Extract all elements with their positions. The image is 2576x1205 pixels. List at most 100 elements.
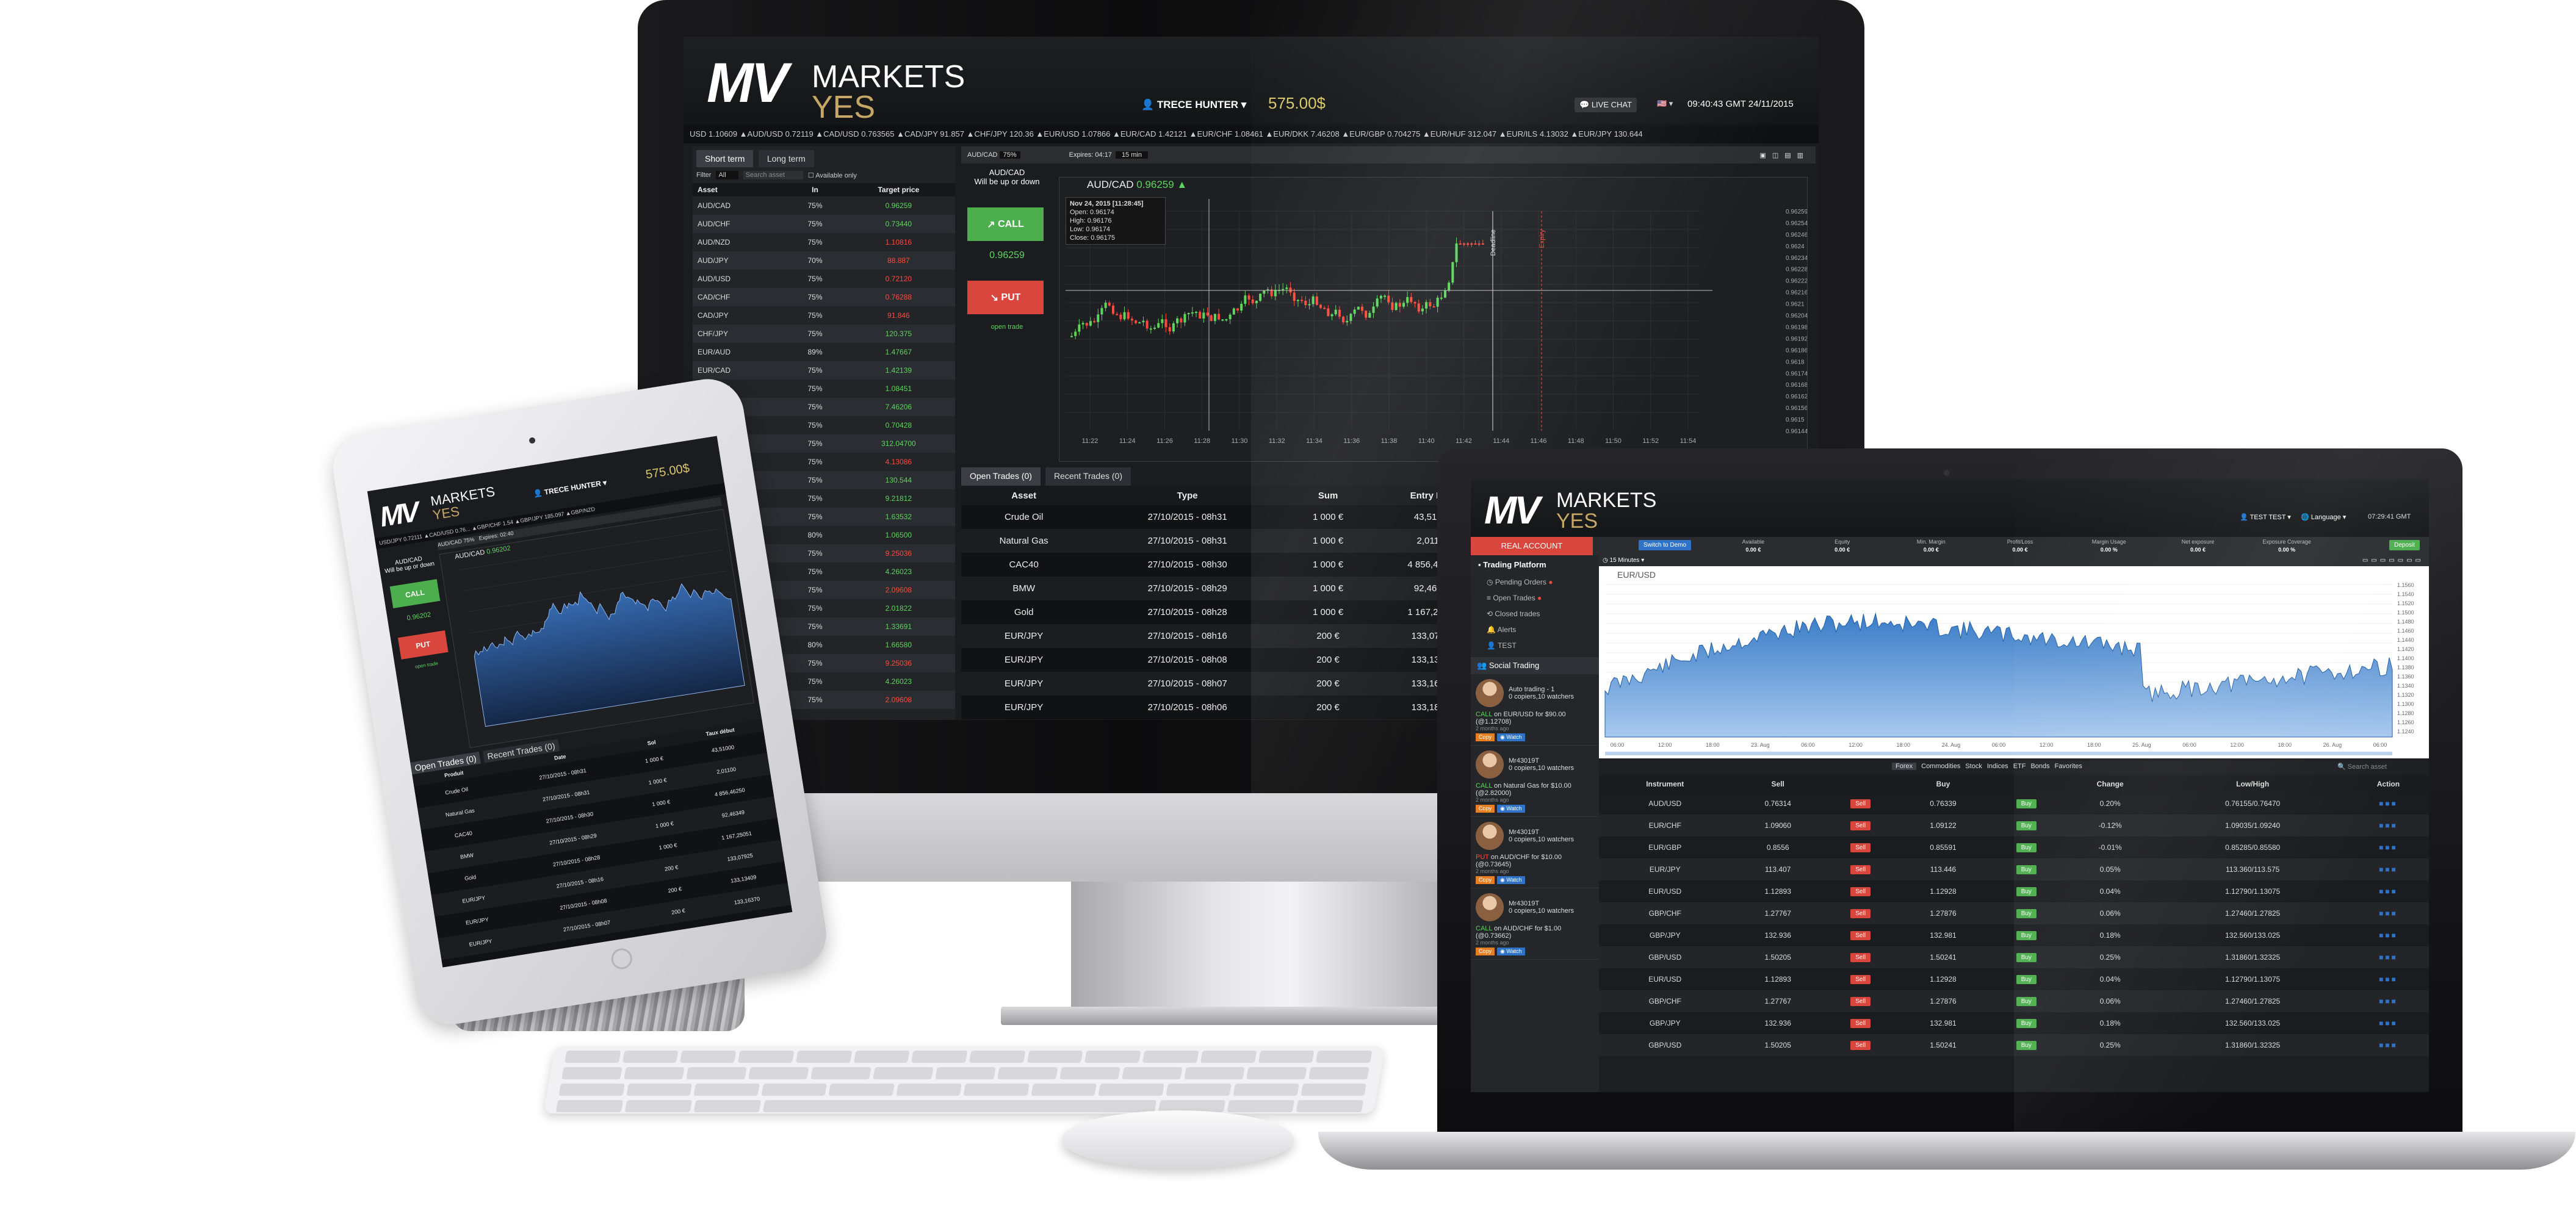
sell-button[interactable]: Sell [1850,1019,1871,1028]
sidebar-item[interactable]: 👤 TEST [1471,638,1599,653]
sell-button[interactable]: Sell [1850,1041,1871,1050]
buy-button[interactable]: Buy [2016,887,2037,896]
user-menu[interactable]: 👤 TRECE HUNTER ▾ [1141,99,1246,111]
copy-button[interactable]: Copy [1476,948,1495,955]
trade-row[interactable]: Crude Oil 27/10/2015 - 08h31 1 000 €43,510… [961,505,1498,529]
avatar[interactable] [1476,822,1504,850]
instr-actions[interactable]: ■■■ [2348,793,2429,815]
instr-actions[interactable]: ■■■ [2348,924,2429,946]
buy-button[interactable]: Buy [2016,865,2037,874]
buy-button[interactable]: Buy [2016,1019,2037,1028]
filter-select[interactable]: All [716,171,738,179]
trade-row[interactable]: CAC40 27/10/2015 - 08h30 1 000 €4 856,4625… [961,553,1498,577]
put-button[interactable]: ↘ PUT [967,281,1044,314]
instr-actions[interactable]: ■■■ [2348,815,2429,836]
instrument-row[interactable]: GBP/CHF 1.27767 Sell 1.27876 Buy 0.06% 1.27460… [1599,902,2429,924]
sell-button[interactable]: Sell [1850,865,1871,874]
sell-button[interactable]: Sell [1850,887,1871,896]
watch-button[interactable]: ◉ Watch [1497,733,1525,741]
avatar[interactable] [1476,679,1504,707]
feed-trader-name[interactable]: Mr43019T [1509,900,1574,907]
chart-navigator[interactable] [1605,752,2392,755]
watch-button[interactable]: ◉ Watch [1497,876,1525,884]
chart-tools-icon[interactable]: ▣◫▤▥ [1759,151,1809,159]
candlestick-chart[interactable]: AUD/CAD 0.96259 ▲ 11:22 11:24 11:26 11:28 11… [1059,177,1808,462]
filter-favorites[interactable]: Favorites [2055,763,2082,770]
instr-actions[interactable]: ■■■ [2348,880,2429,902]
laptop-user-menu[interactable]: 👤 TEST TEST ▾ [2240,513,2291,521]
buy-button[interactable]: Buy [2016,909,2037,918]
sell-button[interactable]: Sell [1850,975,1871,984]
instr-actions[interactable]: ■■■ [2348,946,2429,968]
instrument-row[interactable]: EUR/USD 1.12893 Sell 1.12928 Buy 0.04% 1.12790… [1599,880,2429,902]
buy-button[interactable]: Buy [2016,975,2037,984]
buy-button[interactable]: Buy [2016,799,2037,808]
call-button[interactable]: ↗ CALL [967,207,1044,241]
instr-actions[interactable]: ■■■ [2348,858,2429,880]
asset-row[interactable]: CAD/CHF 75% 0.76288 [693,288,955,306]
buy-button[interactable]: Buy [2016,931,2037,940]
sell-button[interactable]: Sell [1850,997,1871,1006]
available-only-checkbox[interactable]: ☐ Available only [808,171,857,179]
buy-button[interactable]: Buy [2016,821,2037,830]
deposit-button[interactable]: Deposit [2389,540,2420,550]
instr-actions[interactable]: ■■■ [2348,902,2429,924]
trade-row[interactable]: EUR/JPY 27/10/2015 - 08h08 200 €133,13409 [961,648,1498,672]
live-chat-button[interactable]: 💬 LIVE CHAT [1575,98,1637,112]
watch-button[interactable]: ◉ Watch [1497,948,1525,955]
filter-etf[interactable]: ETF [2013,763,2026,770]
sell-button[interactable]: Sell [1850,909,1871,918]
search-asset-input[interactable]: Search asset [743,171,803,179]
trade-row[interactable]: EUR/JPY 27/10/2015 - 08h16 200 €133,07925 [961,624,1498,648]
instrument-row[interactable]: EUR/GBP 0.8556 Sell 0.85591 Buy -0.01% 0.85285… [1599,836,2429,858]
filter-forex[interactable]: Forex [1892,763,1917,770]
sell-button[interactable]: Sell [1850,843,1871,852]
instrument-row[interactable]: GBP/JPY 132.936 Sell 132.981 Buy 0.18% 132.560… [1599,924,2429,946]
sidebar-item[interactable]: 🔔 Alerts [1471,622,1599,638]
copy-button[interactable]: Copy [1476,733,1495,741]
sidebar-item[interactable]: ≡ Open Trades ● [1471,590,1599,606]
eurusd-area-chart[interactable]: EUR/USD 1.1560 1.1540 1.1520 1.1500 1.1480 1.… [1599,566,2429,758]
switch-demo-button[interactable]: Switch to Demo [1639,540,1692,550]
sell-button[interactable]: Sell [1850,821,1871,830]
sell-button[interactable]: Sell [1850,953,1871,962]
asset-row[interactable]: AUD/USD 75% 0.72120 [693,270,955,288]
sidebar-item[interactable]: ⟲ Closed trades [1471,606,1599,622]
instrument-row[interactable]: EUR/JPY 113.407 Sell 113.446 Buy 0.05% 113.360… [1599,858,2429,880]
instrument-row[interactable]: EUR/USD 1.12893 Sell 1.12928 Buy 0.04% 1.12790… [1599,968,2429,990]
asset-row[interactable]: AUD/CHF 75% 0.73440 [693,215,955,233]
trade-row[interactable]: Gold 27/10/2015 - 08h28 1 000 €1 167,25051 [961,600,1498,624]
instr-actions[interactable]: ■■■ [2348,836,2429,858]
instr-actions[interactable]: ■■■ [2348,968,2429,990]
buy-button[interactable]: Buy [2016,953,2037,962]
instrument-row[interactable]: AUD/USD 0.76314 Sell 0.76339 Buy 0.20% 0.76155… [1599,793,2429,815]
social-trading-header[interactable]: 👥 Social Trading [1471,657,1599,674]
trade-row[interactable]: BMW 27/10/2015 - 08h29 1 000 €92,46349 [961,577,1498,600]
expires-select[interactable]: 15 min [1115,151,1148,159]
trade-row[interactable]: EUR/JPY 27/10/2015 - 08h07 200 €133,16370 [961,672,1498,696]
instr-actions[interactable]: ■■■ [2348,1034,2429,1056]
buy-button[interactable]: Buy [2016,843,2037,852]
sidebar-item[interactable]: ◷ Pending Orders ● [1471,574,1599,590]
copy-button[interactable]: Copy [1476,805,1495,813]
tablet-call-button[interactable]: CALL [389,579,441,608]
asset-row[interactable]: AUD/NZD 75% 1.10816 [693,233,955,251]
watch-button[interactable]: ◉ Watch [1497,805,1525,813]
laptop-search-input[interactable]: 🔍 Search asset [2337,763,2387,771]
tablet-home-button[interactable] [610,946,634,971]
feed-trader-name[interactable]: Mr43019T [1509,829,1574,836]
filter-indices[interactable]: Indices [1987,763,2008,770]
instr-actions[interactable]: ■■■ [2348,1012,2429,1034]
pair-pct-select[interactable]: 75% [999,151,1020,159]
avatar[interactable] [1476,893,1504,921]
feed-trader-name[interactable]: Auto trading - 1 [1509,686,1574,693]
instr-actions[interactable]: ■■■ [2348,990,2429,1012]
instrument-row[interactable]: EUR/CHF 1.09060 Sell 1.09122 Buy -0.12% 1.0903… [1599,815,2429,836]
copy-button[interactable]: Copy [1476,876,1495,884]
language-menu[interactable]: 🌐 Language ▾ [2301,513,2346,521]
tab-long-term[interactable]: Long term [758,150,814,167]
instrument-row[interactable]: GBP/USD 1.50205 Sell 1.50241 Buy 0.25% 1.31860… [1599,946,2429,968]
filter-stock[interactable]: Stock [1965,763,1982,770]
buy-button[interactable]: Buy [2016,1041,2037,1050]
tablet-open-trade[interactable]: open trade [397,658,455,672]
